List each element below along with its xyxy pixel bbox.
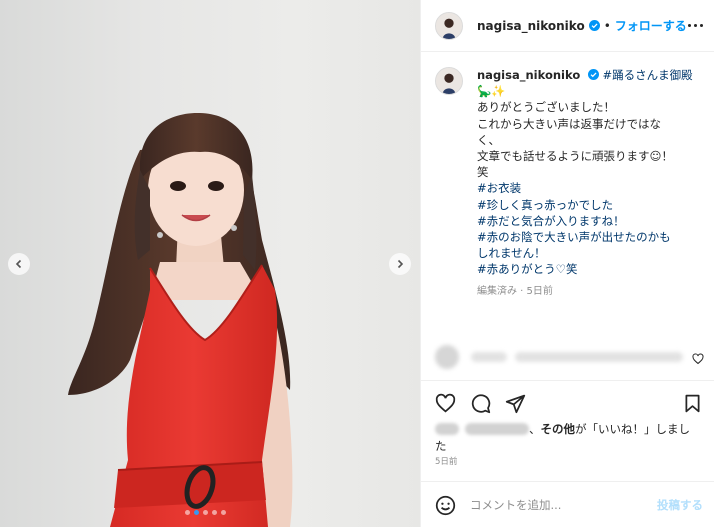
heart-icon [435,393,456,413]
add-comment-bar: コメントを追加... 投稿する [435,493,703,517]
post-image [68,112,293,527]
share-button[interactable] [505,393,526,414]
hashtag-link[interactable]: #珍しく真っ赤っかでした [477,197,697,213]
avatar[interactable] [435,67,463,95]
post-timestamp[interactable]: 5日前 [435,455,457,467]
verified-badge-icon [587,69,599,80]
hashtag-link[interactable]: #踊るさんま御殿 [603,68,693,82]
hashtag-link[interactable]: #赤だと気合が入りますね！ [477,213,697,229]
heart-icon[interactable] [692,353,704,365]
divider [421,380,714,381]
post-header: nagisa_nikoniko • フォローする [421,0,714,52]
caption-line: 笑 [477,165,489,180]
likes-text: が「いいね！」しまし [575,422,690,436]
post-sidebar: nagisa_nikoniko • フォローする nagisa_nikoniko… [420,0,714,527]
save-button[interactable] [682,393,703,414]
blurred-text [515,352,683,362]
carousel-dot [185,510,190,515]
emoji-icon[interactable] [435,495,456,516]
caption-line: ありがとうございました！ [477,100,615,115]
blurred-username [465,423,529,435]
carousel-dot-active [194,510,199,515]
avatar [435,345,459,369]
comment-button[interactable] [470,393,491,414]
carousel-dot [212,510,217,515]
next-photo-button[interactable] [389,253,411,275]
caption-username[interactable]: nagisa_nikoniko [477,68,580,82]
more-icon[interactable] [688,24,703,27]
previous-photo-button[interactable] [8,253,30,275]
others-link[interactable]: その他 [541,422,576,436]
caption-emoji-line: 🦕✨ [477,84,506,99]
share-icon [505,394,526,413]
post-author-username[interactable]: nagisa_nikoniko [477,19,585,33]
verified-badge-icon [588,20,600,31]
caption-line: これから大きい声は返事だけではな [477,116,661,131]
blurred-avatar [435,423,459,435]
carousel-indicator [185,510,226,515]
comment-input[interactable]: コメントを追加... [470,497,561,513]
divider [421,481,714,482]
comment-icon [471,393,491,413]
blurred-text [471,352,507,362]
follow-button[interactable]: フォローする [615,17,687,34]
post-comment-button[interactable]: 投稿する [657,497,703,513]
carousel-dot [203,510,208,515]
avatar[interactable] [435,11,463,40]
caption-line: 文章でも話せるように頑張ります☺！ [477,149,673,164]
caption-line: く、 [477,132,500,147]
caption: nagisa_nikoniko #踊るさんま御殿 🦕✨ ありがとうございました！… [421,53,714,300]
post-actions [435,391,703,415]
hashtag-link[interactable]: #赤ありがとう♡笑 [477,261,697,277]
caption-body: nagisa_nikoniko #踊るさんま御殿 🦕✨ ありがとうございました！… [477,67,697,300]
chevron-right-icon [397,259,404,269]
hashtag-link[interactable]: #赤のお陰で大きい声が出せたのかも [477,229,697,245]
carousel-dot [221,510,226,515]
chevron-left-icon [15,259,22,269]
hashtag-link[interactable]: しれません！ [477,245,697,261]
bookmark-icon [685,394,700,412]
post-photo[interactable] [0,0,420,527]
hashtag-link[interactable]: #お衣装 [477,180,697,196]
caption-meta: 編集済み · 5日前 [477,285,553,297]
separator-dot: • [603,18,611,33]
likes-summary: 、その他が「いいね！」しまし た [435,422,690,453]
likes-text-continued: た [435,439,447,453]
like-button[interactable] [435,393,456,414]
blurred-comment [435,345,705,369]
